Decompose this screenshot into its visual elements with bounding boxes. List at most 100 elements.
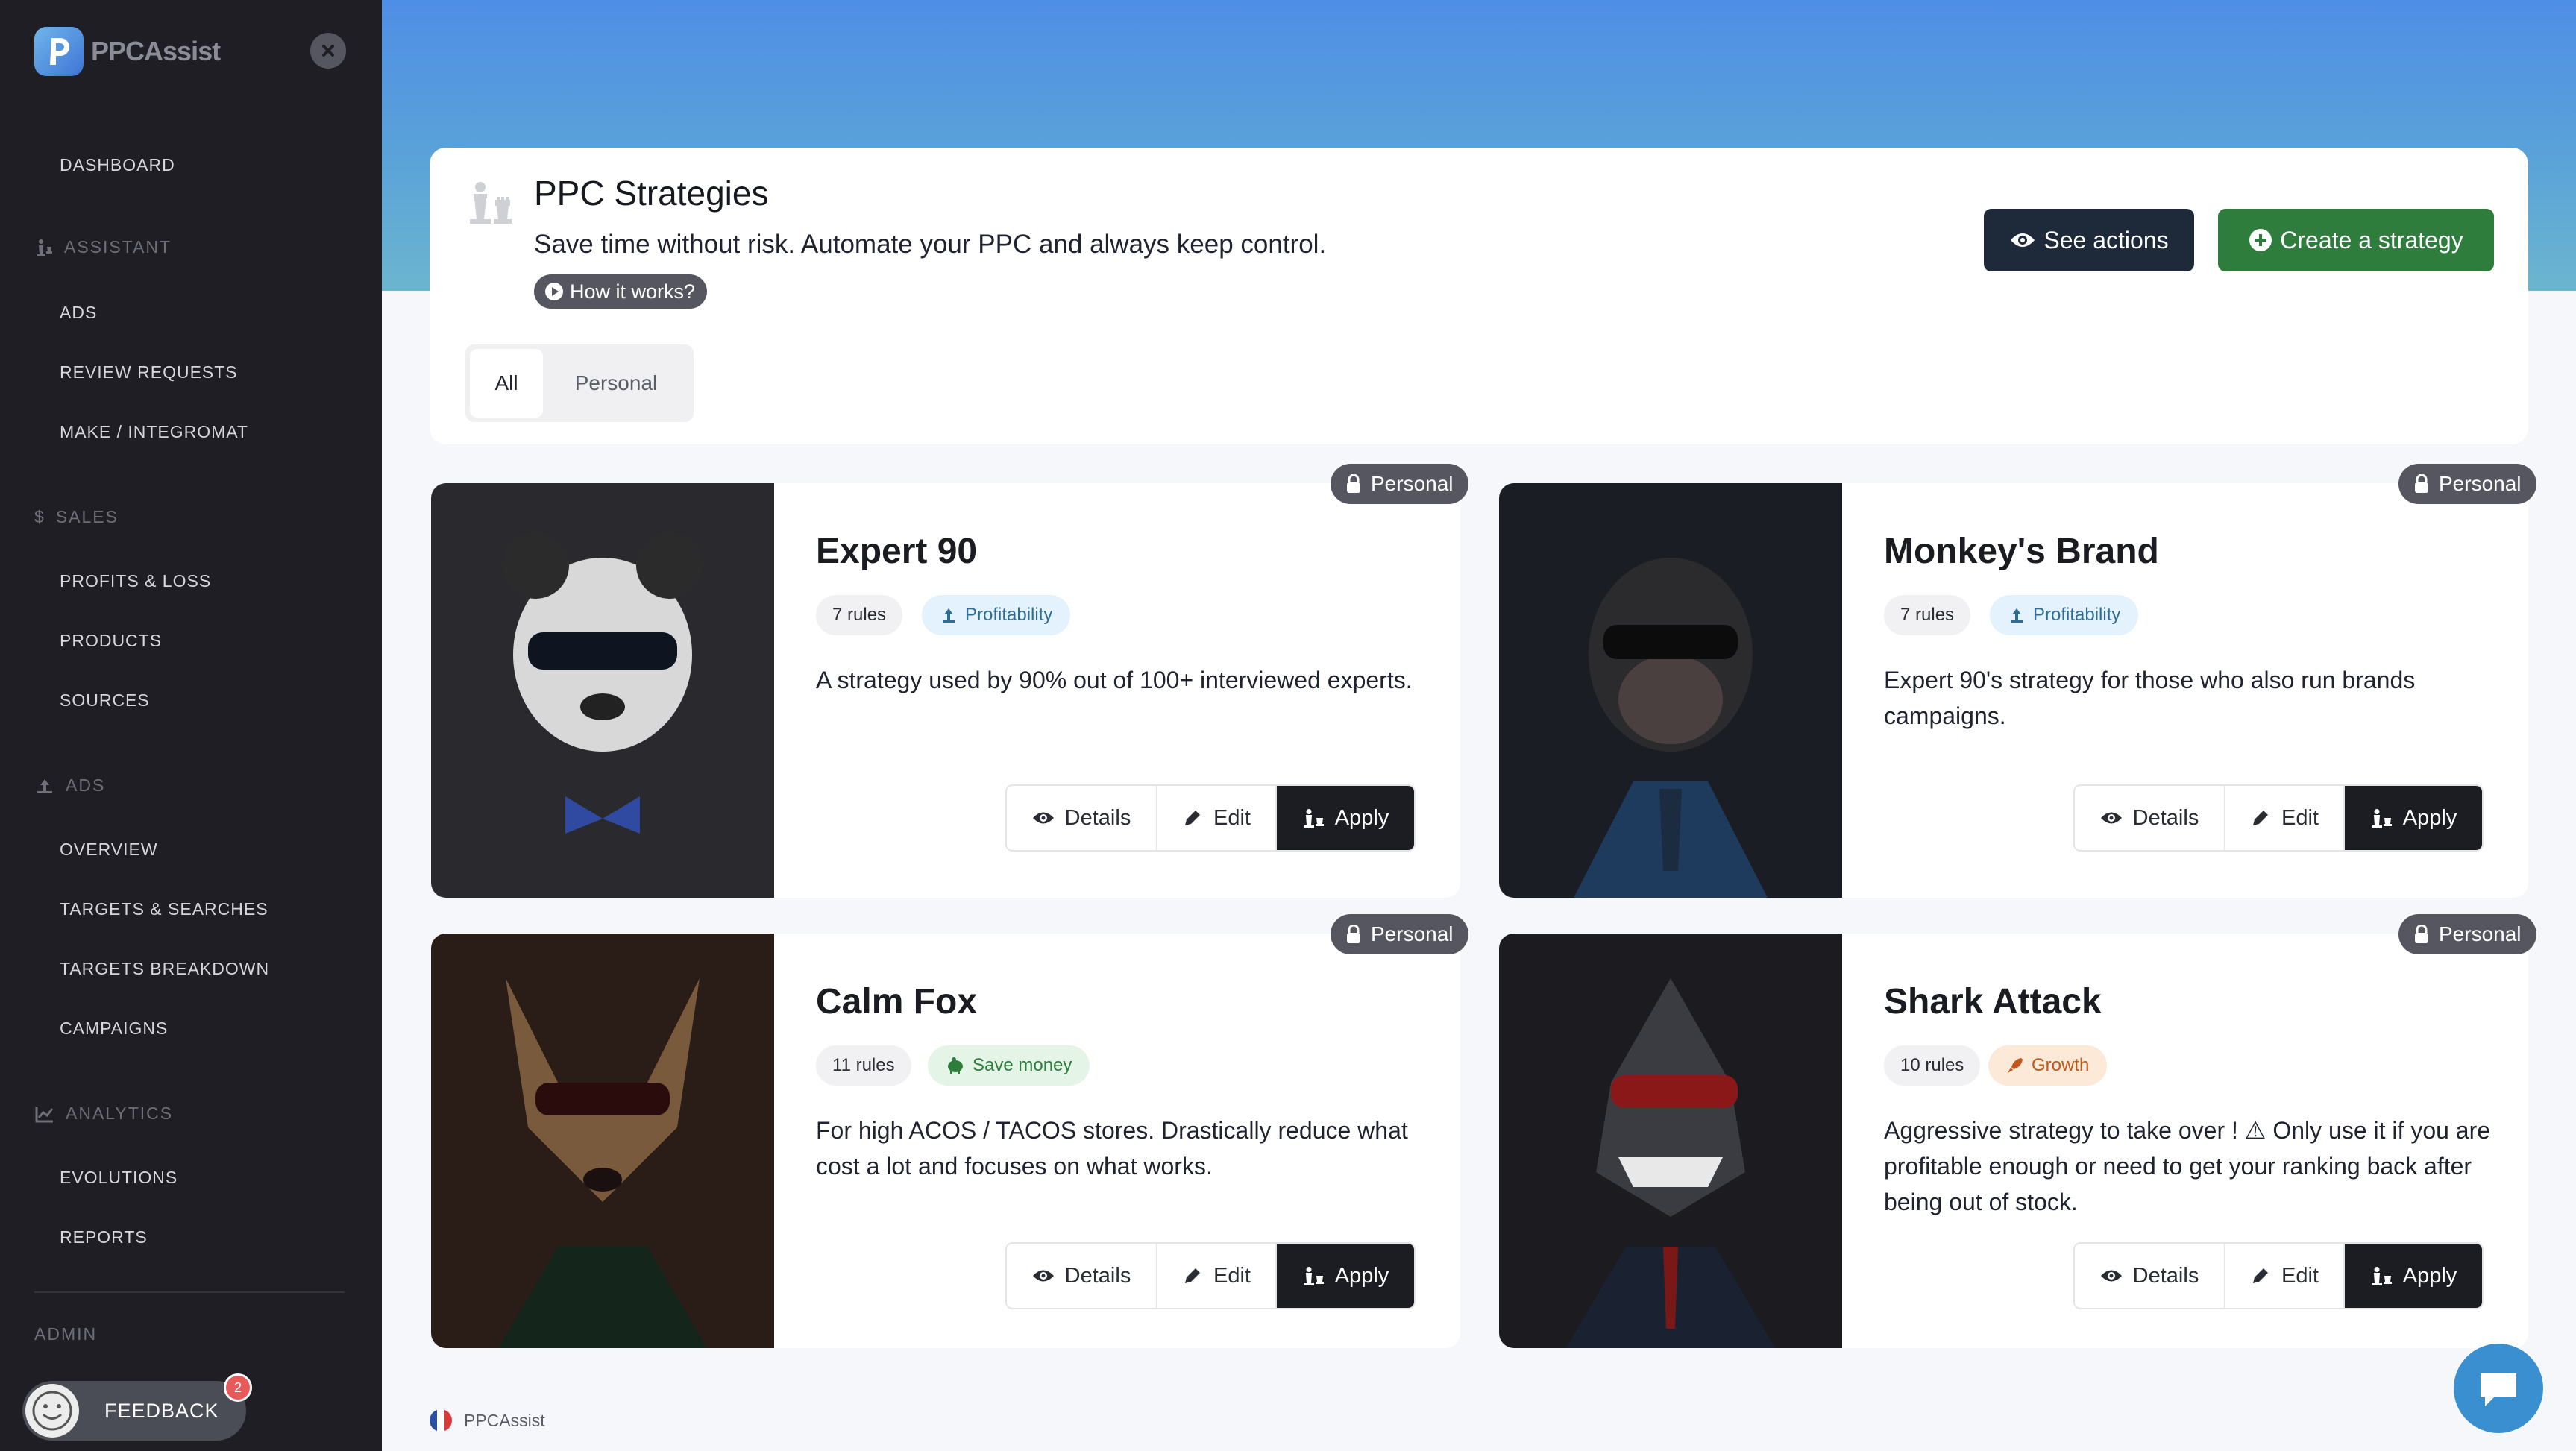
lock-icon — [1347, 474, 1360, 493]
section-label: ASSISTANT — [64, 237, 172, 256]
monkey-portrait-image — [1499, 483, 1842, 898]
details-button[interactable]: Details — [2075, 786, 2225, 850]
details-label: Details — [2132, 1263, 2199, 1288]
create-strategy-button[interactable]: Create a strategy — [2218, 209, 2494, 271]
details-button[interactable]: Details — [1007, 1244, 1157, 1308]
sidebar-section-analytics: ANALYTICS — [34, 1104, 173, 1124]
pencil-icon — [2253, 811, 2268, 825]
personal-badge: Personal — [1331, 464, 1468, 504]
strategy-title: Monkey's Brand — [1884, 532, 2159, 571]
chess-icon — [1303, 809, 1324, 828]
sidebar-section-ads: ADS — [34, 775, 105, 796]
strategy-title: Expert 90 — [816, 532, 978, 571]
details-button[interactable]: Details — [2075, 1244, 2225, 1308]
french-flag-icon[interactable] — [430, 1409, 452, 1432]
sidebar-item-ads[interactable]: ADS — [60, 303, 97, 323]
lock-icon — [1347, 925, 1360, 943]
sidebar-item-evolutions[interactable]: EVOLUTIONS — [60, 1168, 178, 1188]
see-actions-button[interactable]: See actions — [1984, 209, 2194, 271]
apply-button[interactable]: Apply — [1277, 786, 1414, 850]
strategy-tag-label: Save money — [973, 1055, 1072, 1075]
details-button[interactable]: Details — [1007, 786, 1157, 850]
sidebar-item-campaigns[interactable]: CAMPAIGNS — [60, 1019, 168, 1039]
chat-icon — [2481, 1373, 2516, 1406]
personal-badge: Personal — [2398, 464, 2536, 504]
strategy-description: A strategy used by 90% out of 100+ inter… — [816, 667, 1413, 693]
close-icon — [322, 45, 334, 57]
apply-label: Apply — [1334, 805, 1389, 830]
apply-button[interactable]: Apply — [2345, 1244, 2482, 1308]
close-sidebar-button[interactable] — [310, 33, 346, 69]
edit-button[interactable]: Edit — [2225, 786, 2345, 850]
sidebar-item-targets-breakdown[interactable]: TARGETS BREAKDOWN — [60, 959, 269, 979]
chess-icon — [37, 239, 52, 256]
lock-icon — [2415, 474, 2428, 493]
see-actions-label: See actions — [2043, 226, 2169, 254]
strategy-tag: Save money — [928, 1045, 1090, 1086]
details-label: Details — [1064, 805, 1131, 830]
edit-label: Edit — [2281, 805, 2319, 830]
sidebar-item-review-requests[interactable]: REVIEW REQUESTS — [60, 362, 238, 383]
edit-label: Edit — [1213, 1263, 1251, 1288]
sidebar-item-sources[interactable]: SOURCES — [60, 690, 150, 711]
strategy-filter-tabs: All Personal — [465, 344, 694, 422]
eye-icon — [2011, 233, 2035, 247]
scale-icon — [2011, 608, 2023, 623]
sidebar-item-reports[interactable]: REPORTS — [60, 1227, 148, 1247]
sidebar-item-dashboard[interactable]: DASHBOARD — [60, 155, 175, 175]
shark-portrait-image — [1499, 934, 1842, 1348]
feedback-button[interactable]: FEEDBACK — [22, 1381, 246, 1441]
sidebar-section-assistant: ASSISTANT — [34, 237, 172, 257]
sidebar-item-overview[interactable]: OVERVIEW — [60, 840, 158, 860]
strategies-header-card: PPC Strategies Save time without risk. A… — [430, 148, 2528, 444]
tab-all[interactable]: All — [470, 349, 543, 418]
eye-icon — [2100, 812, 2122, 824]
chat-button[interactable] — [2454, 1344, 2543, 1433]
personal-badge-label: Personal — [2439, 472, 2522, 495]
apply-label: Apply — [2402, 1263, 2457, 1288]
feedback-count-badge: 2 — [224, 1373, 252, 1402]
apply-button[interactable]: Apply — [2345, 786, 2482, 850]
how-it-works-button[interactable]: How it works? — [534, 274, 708, 309]
tab-personal[interactable]: Personal — [543, 349, 689, 418]
pencil-icon — [2253, 1268, 2268, 1283]
section-label: ADMIN — [34, 1324, 98, 1344]
footer: PPCAssist — [430, 1409, 545, 1432]
details-label: Details — [1064, 1263, 1131, 1288]
strategy-card: Monkey's Brand 7 rules Profitability Exp… — [1499, 483, 2528, 898]
chess-icon — [2371, 1267, 2392, 1285]
section-label: ADS — [66, 775, 106, 795]
logo-mark-icon — [34, 27, 84, 76]
edit-button[interactable]: Edit — [1157, 1244, 1277, 1308]
rules-count-pill: 7 rules — [1884, 595, 1971, 635]
strategy-tag-label: Growth — [2032, 1055, 2090, 1075]
pencil-icon — [1185, 811, 1200, 825]
pencil-icon — [1185, 1268, 1200, 1283]
rules-count-pill: 11 rules — [816, 1045, 911, 1086]
edit-button[interactable]: Edit — [2225, 1244, 2345, 1308]
lock-icon — [2415, 925, 2428, 943]
apply-button[interactable]: Apply — [1277, 1244, 1414, 1308]
rules-count-pill: 7 rules — [816, 595, 903, 635]
strategy-description: For high ACOS / TACOS stores. Drasticall… — [816, 1117, 1408, 1180]
eye-icon — [2100, 1270, 2122, 1282]
brand-logo[interactable]: PPCAssist — [34, 27, 221, 76]
fox-portrait-image — [431, 934, 774, 1348]
dollar-icon: $ — [34, 507, 45, 526]
scale-icon — [943, 608, 955, 623]
sidebar-item-profits-loss[interactable]: PROFITS & LOSS — [60, 571, 211, 591]
chess-icon — [465, 176, 515, 229]
panda-portrait-image — [431, 483, 774, 898]
sidebar-item-make-integromat[interactable]: MAKE / INTEGROMAT — [60, 422, 248, 442]
piggy-bank-icon — [948, 1057, 963, 1074]
eye-icon — [1032, 812, 1054, 824]
chart-icon — [35, 1106, 54, 1122]
create-strategy-label: Create a strategy — [2280, 226, 2463, 254]
strategy-tag-label: Profitability — [2033, 605, 2121, 625]
sidebar-item-products[interactable]: PRODUCTS — [60, 631, 162, 651]
personal-badge-label: Personal — [1371, 472, 1454, 495]
strategy-card: Shark Attack 10 rules Growth Aggressive … — [1499, 934, 2528, 1348]
edit-button[interactable]: Edit — [1157, 786, 1277, 850]
strategy-title: Shark Attack — [1884, 982, 2102, 1022]
sidebar-item-targets-searches[interactable]: TARGETS & SEARCHES — [60, 899, 268, 919]
